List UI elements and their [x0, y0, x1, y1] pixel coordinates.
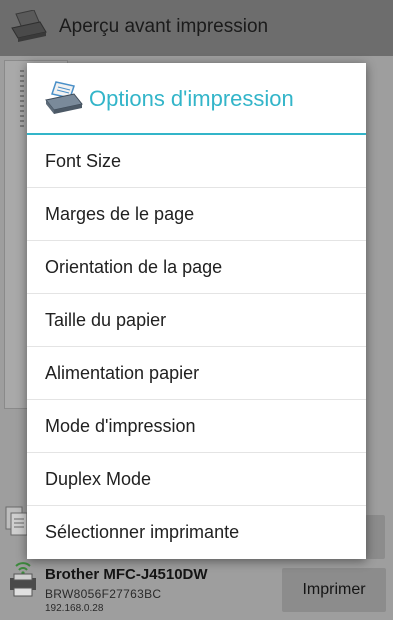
menu-item-duplex-mode[interactable]: Duplex Mode	[27, 453, 366, 506]
printer-icon[interactable]	[10, 10, 48, 44]
app-bar: Aperçu avant impression	[0, 0, 393, 56]
print-button[interactable]: Imprimer	[282, 568, 386, 612]
app-title: Aperçu avant impression	[59, 16, 269, 37]
printer-ip: 192.168.0.28	[45, 603, 104, 614]
preview-text-lines	[20, 70, 24, 130]
options-menu: Font Size Marges de le page Orientation …	[27, 135, 366, 559]
wifi-printer-icon	[10, 562, 36, 597]
menu-item-paper-size[interactable]: Taille du papier	[27, 294, 366, 347]
print-options-dialog: Options d'impression Font Size Marges de…	[27, 63, 366, 559]
menu-item-select-printer[interactable]: Sélectionner imprimante	[27, 506, 366, 559]
printer-id: BRW8056F27763BC	[45, 587, 162, 601]
menu-item-print-mode[interactable]: Mode d'impression	[27, 400, 366, 453]
printer-icon	[45, 81, 83, 114]
dialog-header: Options d'impression	[27, 63, 366, 133]
secondary-button[interactable]	[365, 515, 385, 559]
dialog-title: Options d'impression	[89, 86, 294, 111]
menu-item-paper-source[interactable]: Alimentation papier	[27, 347, 366, 400]
menu-item-font-size[interactable]: Font Size	[27, 135, 366, 188]
menu-item-orientation[interactable]: Orientation de la page	[27, 241, 366, 294]
printer-name: Brother MFC-J4510DW	[45, 566, 208, 583]
menu-item-margins[interactable]: Marges de le page	[27, 188, 366, 241]
